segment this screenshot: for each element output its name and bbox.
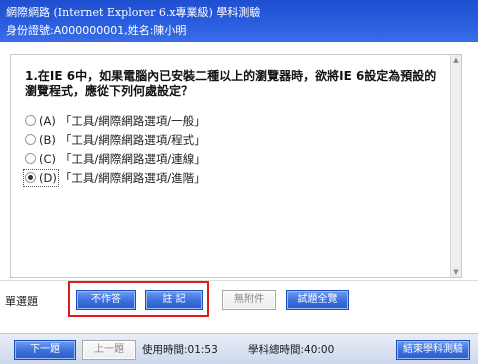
option-d-key: (D): [39, 170, 57, 185]
question-panel: 1.在IE 6中，如果電腦內已安裝二種以上的瀏覽器時，欲將IE 6設定為預設的瀏…: [10, 54, 462, 278]
option-a-key: (A): [39, 113, 56, 128]
next-question-button[interactable]: 下一題: [14, 340, 76, 360]
answer-options: (A) 「工具/網際網路選項/一般」 (B) 「工具/網際網路選項/程式」 (C…: [23, 111, 445, 187]
total-time: 學科總時間:40:00: [248, 344, 335, 356]
option-c-key: (C): [39, 151, 57, 166]
option-d[interactable]: (D) 「工具/網際網路選項/進階」: [23, 168, 445, 187]
end-exam-button[interactable]: 結束學科測驗: [396, 340, 470, 360]
attachment-button[interactable]: 無附件: [222, 290, 276, 310]
option-b-text: 「工具/網際網路選項/程式」: [59, 132, 206, 147]
time-used: 使用時間:01:53: [142, 344, 218, 356]
radio-option-a[interactable]: [25, 115, 36, 126]
prev-question-button[interactable]: 上一題: [82, 340, 136, 360]
option-d-focus: (D): [23, 168, 59, 187]
highlight-box: [68, 281, 209, 317]
option-b[interactable]: (B) 「工具/網際網路選項/程式」: [25, 130, 445, 149]
radio-option-d[interactable]: [25, 172, 36, 183]
option-a-text: 「工具/網際網路選項/一般」: [59, 113, 206, 128]
question-type-label: 單選題: [5, 295, 38, 308]
scroll-up-icon[interactable]: ▲: [451, 55, 461, 65]
vertical-scrollbar[interactable]: ▲ ▼: [450, 55, 461, 277]
option-c[interactable]: (C) 「工具/網際網路選項/連線」: [25, 149, 445, 168]
option-c-text: 「工具/網際網路選項/連線」: [60, 151, 206, 166]
overview-button[interactable]: 試題全覽: [286, 290, 349, 310]
scroll-down-icon[interactable]: ▼: [451, 267, 461, 277]
question-text: 1.在IE 6中，如果電腦內已安裝二種以上的瀏覽器時，欲將IE 6設定為預設的瀏…: [25, 69, 437, 98]
option-d-text: 「工具/網際網路選項/進階」: [59, 170, 206, 185]
examinee-info: 身份證號:A000000001,姓名:陳小明: [6, 24, 187, 37]
option-a[interactable]: (A) 「工具/網際網路選項/一般」: [25, 111, 445, 130]
footer-bar: 下一題 上一題 使用時間:01:53 學科總時間:40:00 結束學科測驗: [0, 333, 478, 364]
radio-option-c[interactable]: [25, 153, 36, 164]
exam-header: 網際網路 (Internet Explorer 6.x專業級) 學科測驗 身份證…: [0, 0, 478, 42]
radio-option-b[interactable]: [25, 134, 36, 145]
exam-title: 網際網路 (Internet Explorer 6.x專業級) 學科測驗: [6, 6, 261, 19]
option-b-key: (B): [39, 132, 56, 147]
